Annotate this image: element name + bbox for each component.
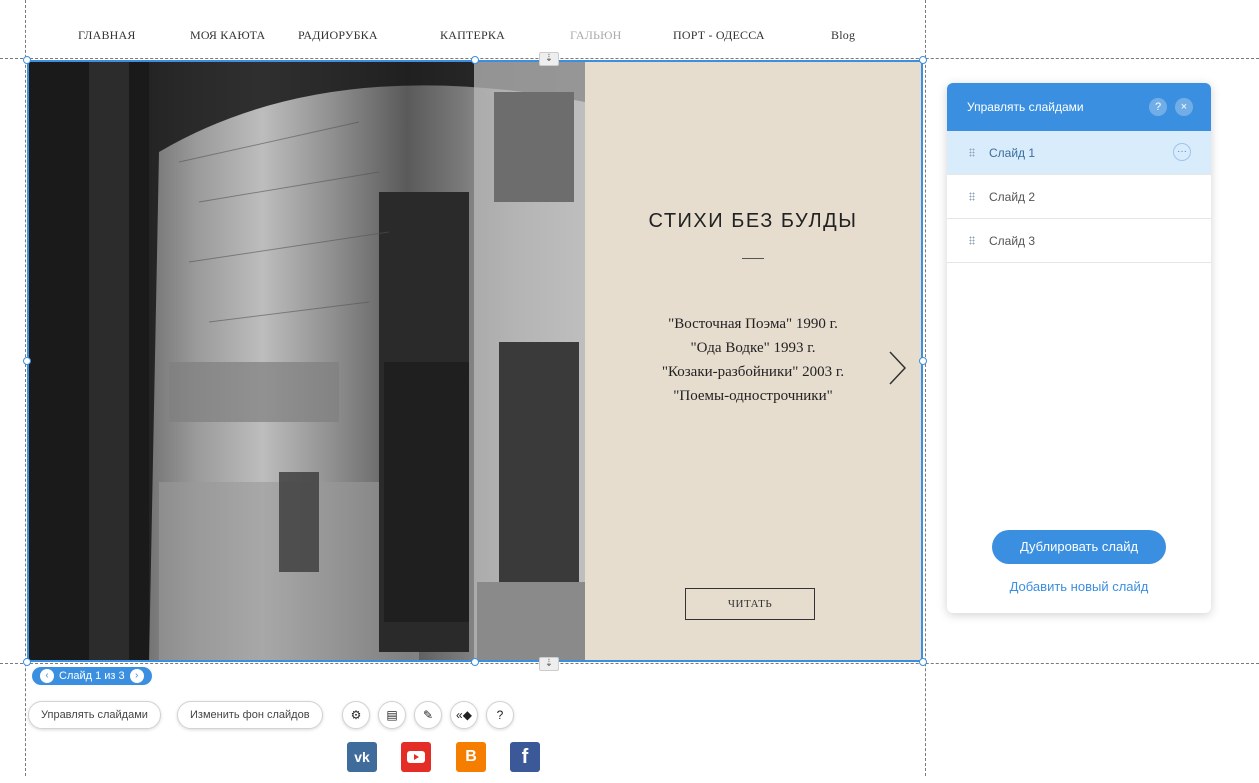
stretch-bottom-icon[interactable]: ⇣ bbox=[539, 657, 559, 671]
nav-item-home[interactable]: ГЛАВНАЯ bbox=[78, 28, 136, 43]
settings-gear-icon[interactable]: ⚙ bbox=[342, 701, 370, 729]
animation-icon[interactable]: «◆ bbox=[450, 701, 478, 729]
more-options-icon[interactable]: ··· bbox=[1173, 143, 1191, 161]
resize-handle[interactable] bbox=[471, 658, 479, 666]
nav-item-radio[interactable]: РАДИОРУБКА bbox=[298, 28, 378, 43]
guide-header bbox=[0, 58, 1259, 59]
add-new-slide-link[interactable]: Добавить новый слайд bbox=[947, 579, 1211, 594]
slide-title: СТИХИ БЕЗ БУЛДЫ bbox=[648, 210, 858, 232]
nav-item-storage[interactable]: КАПТЕРКА bbox=[440, 28, 505, 43]
title-divider bbox=[742, 258, 764, 259]
resize-handle[interactable] bbox=[23, 357, 31, 365]
slide-line: "Козаки-разбойники" 2003 г. bbox=[661, 364, 845, 380]
drag-handle-icon[interactable] bbox=[969, 192, 975, 201]
manage-slides-panel: Управлять слайдами ? × Слайд 1 ··· Слайд… bbox=[947, 83, 1211, 613]
courtyard-photo bbox=[29, 62, 585, 660]
change-background-button[interactable]: Изменить фон слайдов bbox=[177, 701, 323, 729]
youtube-icon[interactable] bbox=[401, 742, 431, 772]
panel-title: Управлять слайдами bbox=[967, 100, 1084, 114]
nav-item-blog[interactable]: Blog bbox=[831, 28, 855, 43]
resize-handle[interactable] bbox=[919, 56, 927, 64]
slide-line: "Восточная Поэма" 1990 г. bbox=[668, 316, 838, 332]
read-button[interactable]: ЧИТАТЬ bbox=[685, 588, 815, 620]
blogger-icon[interactable]: B bbox=[456, 742, 486, 772]
slide-text-panel: СТИХИ БЕЗ БУЛДЫ "Восточная Поэма" 1990 г… bbox=[585, 62, 921, 660]
resize-handle[interactable] bbox=[23, 658, 31, 666]
slide-list-item[interactable]: Слайд 3 bbox=[947, 219, 1211, 263]
resize-handle[interactable] bbox=[919, 357, 927, 365]
resize-handle[interactable] bbox=[23, 56, 31, 64]
slide-line: "Поемы-однострочники" bbox=[673, 388, 833, 404]
help-icon[interactable]: ? bbox=[1149, 98, 1167, 116]
next-slide-icon[interactable]: › bbox=[129, 669, 144, 683]
facebook-icon[interactable]: f bbox=[510, 742, 540, 772]
resize-handle[interactable] bbox=[919, 658, 927, 666]
guide-footer bbox=[0, 663, 1259, 664]
slide-list-item[interactable]: Слайд 2 bbox=[947, 175, 1211, 219]
close-icon[interactable]: × bbox=[1175, 98, 1193, 116]
vk-icon[interactable]: vk bbox=[347, 742, 377, 772]
nav-item-galley[interactable]: ГАЛЬЮН bbox=[570, 28, 622, 43]
slide-name: Слайд 1 bbox=[989, 146, 1036, 160]
panel-header: Управлять слайдами ? × bbox=[947, 83, 1211, 131]
nav-item-cabin[interactable]: МОЯ КАЮТА bbox=[190, 28, 265, 43]
slide-line: "Ода Водке" 1993 г. bbox=[690, 340, 816, 356]
design-brush-icon[interactable]: ✎ bbox=[414, 701, 442, 729]
slide-pager: ‹ Слайд 1 из 3 › bbox=[32, 667, 152, 685]
drag-handle-icon[interactable] bbox=[969, 148, 975, 157]
drag-handle-icon[interactable] bbox=[969, 236, 975, 245]
top-navigation: ГЛАВНАЯ МОЯ КАЮТА РАДИОРУБКА КАПТЕРКА ГА… bbox=[28, 0, 924, 58]
prev-slide-icon[interactable]: ‹ bbox=[40, 669, 54, 683]
layout-icon[interactable]: ▤ bbox=[378, 701, 406, 729]
slide-photo bbox=[29, 62, 585, 660]
stretch-top-icon[interactable]: ⇣ bbox=[539, 52, 559, 66]
slide-list-item[interactable]: Слайд 1 ··· bbox=[947, 131, 1211, 175]
slide-text: "Восточная Поэма" 1990 г. "Ода Водке" 19… bbox=[585, 312, 921, 408]
slideshow[interactable]: СТИХИ БЕЗ БУЛДЫ "Восточная Поэма" 1990 г… bbox=[27, 60, 923, 662]
next-slide-arrow-icon[interactable] bbox=[887, 350, 909, 386]
nav-item-port[interactable]: ПОРТ - ОДЕССА bbox=[673, 28, 765, 43]
pager-label: Слайд 1 из 3 bbox=[59, 670, 125, 682]
slide-name: Слайд 3 bbox=[989, 234, 1036, 248]
slide-name: Слайд 2 bbox=[989, 190, 1036, 204]
resize-handle[interactable] bbox=[471, 56, 479, 64]
help-icon[interactable]: ? bbox=[486, 701, 514, 729]
manage-slides-button[interactable]: Управлять слайдами bbox=[28, 701, 161, 729]
duplicate-slide-button[interactable]: Дублировать слайд bbox=[992, 530, 1166, 564]
